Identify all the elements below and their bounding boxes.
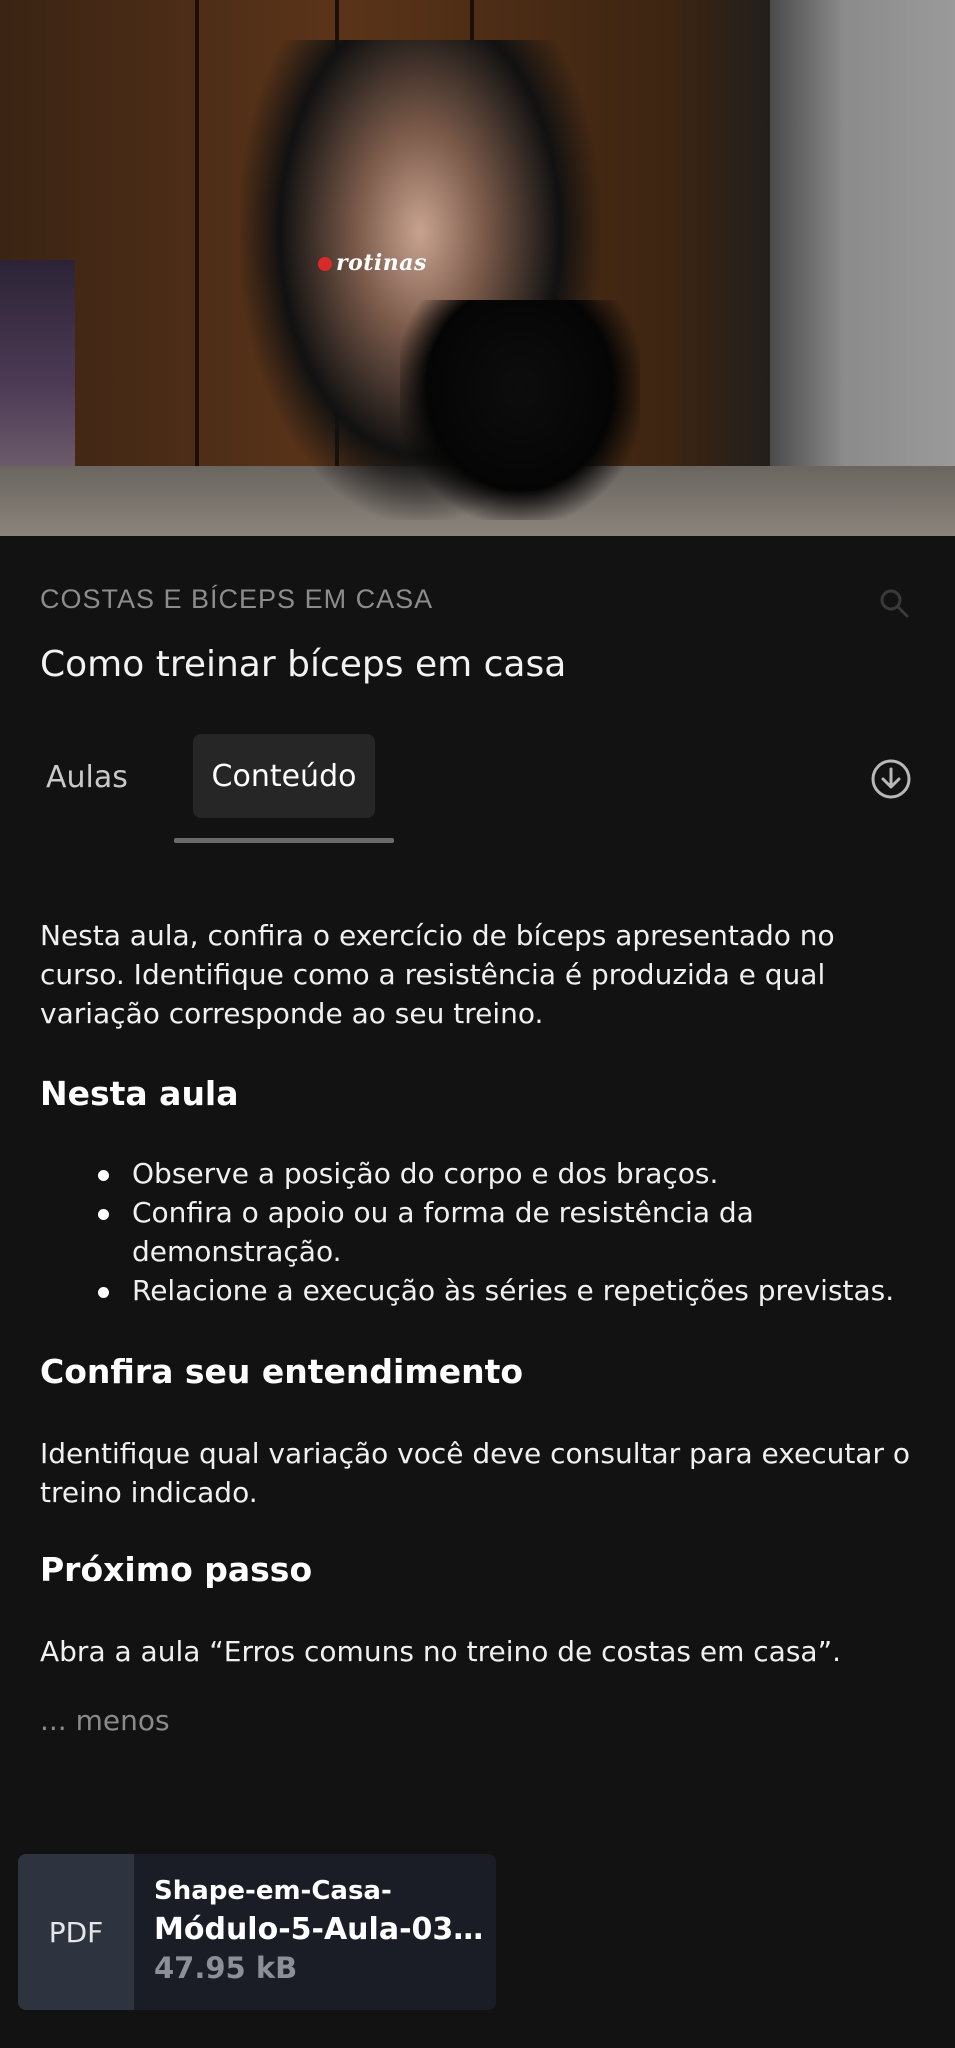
proximo-paragraph: Abra a aula “Erros comuns no treino de c… — [40, 1635, 841, 1668]
attachment-name-line2: Módulo-5-Aula-03-C... — [154, 1912, 494, 1947]
wardrobe-panel-divider — [195, 0, 199, 470]
tab-conteudo[interactable]: Conteúdo — [193, 734, 375, 818]
heading-proximo-passo: Próximo passo — [40, 1550, 313, 1589]
wall-background — [770, 0, 955, 536]
confira-paragraph: Identifique qual variação você deve cons… — [40, 1437, 911, 1509]
bullet-icon — [98, 1209, 109, 1220]
active-tab-indicator — [174, 838, 394, 843]
list-item: Relacione a execução às séries e repetiç… — [92, 1271, 932, 1310]
tab-aulas[interactable]: Aulas — [46, 760, 128, 795]
bullet-icon — [98, 1170, 109, 1181]
download-circle-icon[interactable] — [870, 758, 912, 800]
search-icon[interactable] — [877, 586, 911, 620]
pdf-file-icon: PDF — [18, 1854, 134, 2010]
video-thumbnail[interactable]: rotinas — [0, 0, 955, 536]
intro-paragraph: Nesta aula, confira o exercício de bícep… — [40, 919, 835, 1030]
chair-figure — [400, 300, 640, 520]
lesson-title: Como treinar bíceps em casa — [40, 644, 567, 685]
attachment-name-line1: Shape-em-Casa- — [154, 1876, 392, 1906]
attachment-size: 47.95 kB — [154, 1951, 298, 1985]
watermark-text: rotinas — [336, 250, 427, 276]
list-item-text: Observe a posição do corpo e dos braços. — [132, 1157, 719, 1190]
course-label: COSTAS E BÍCEPS EM CASA — [40, 584, 434, 614]
attachment-meta: Shape-em-Casa- Módulo-5-Aula-03-C... 47.… — [134, 1854, 494, 2010]
bullet-icon — [98, 1287, 109, 1298]
show-less-link[interactable]: ... menos — [40, 1704, 170, 1737]
pdf-type-label: PDF — [48, 1915, 104, 1949]
rotinas-watermark: rotinas — [318, 250, 427, 276]
pdf-attachment-card[interactable]: PDF Shape-em-Casa- Módulo-5-Aula-03-C...… — [18, 1854, 496, 2010]
heading-nesta-aula: Nesta aula — [40, 1074, 239, 1113]
tab-conteudo-label: Conteúdo — [211, 758, 357, 794]
list-item: Confira o apoio ou a forma de resistênci… — [92, 1193, 932, 1271]
watermark-dot — [318, 257, 332, 271]
list-item-text: Confira o apoio ou a forma de resistênci… — [132, 1196, 754, 1268]
list-item-text: Relacione a execução às séries e repetiç… — [132, 1274, 895, 1307]
lesson-content: Nesta aula, confira o exercício de bícep… — [40, 916, 920, 1033]
heading-confira-entendimento: Confira seu entendimento — [40, 1352, 524, 1391]
tab-bar: Aulas Conteúdo — [0, 734, 955, 846]
list-item: Observe a posição do corpo e dos braços. — [92, 1154, 932, 1193]
nesta-aula-list: Observe a posição do corpo e dos braços.… — [92, 1154, 932, 1310]
